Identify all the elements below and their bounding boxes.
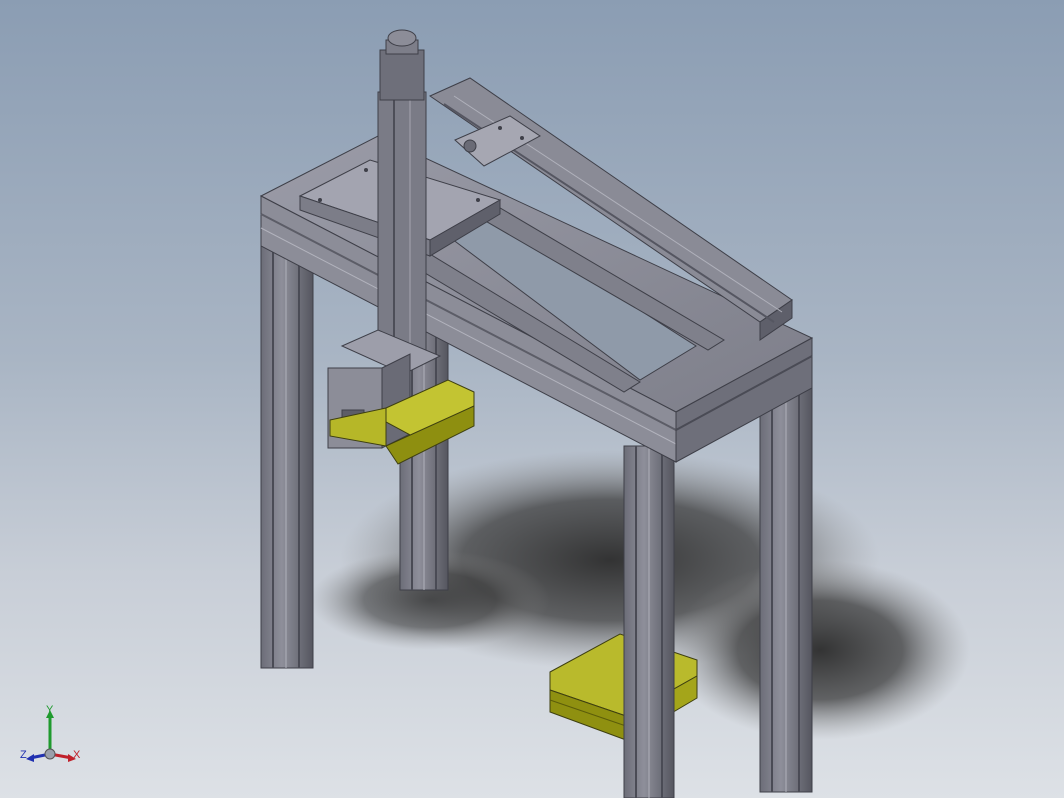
z-axis-column[interactable] [377,29,427,363]
graphics-viewport[interactable]: Y X Z [0,0,1064,798]
coordinate-triad[interactable]: Y X Z [18,704,88,774]
frame-leg-back-right [759,379,813,793]
frame-leg-front-right [623,445,675,798]
frame-leg-front-left [260,239,314,669]
triad-x-label: X [73,749,81,761]
triad-y-label: Y [46,704,54,716]
cad-model-scene[interactable] [0,0,1064,798]
triad-z-label: Z [20,749,27,761]
